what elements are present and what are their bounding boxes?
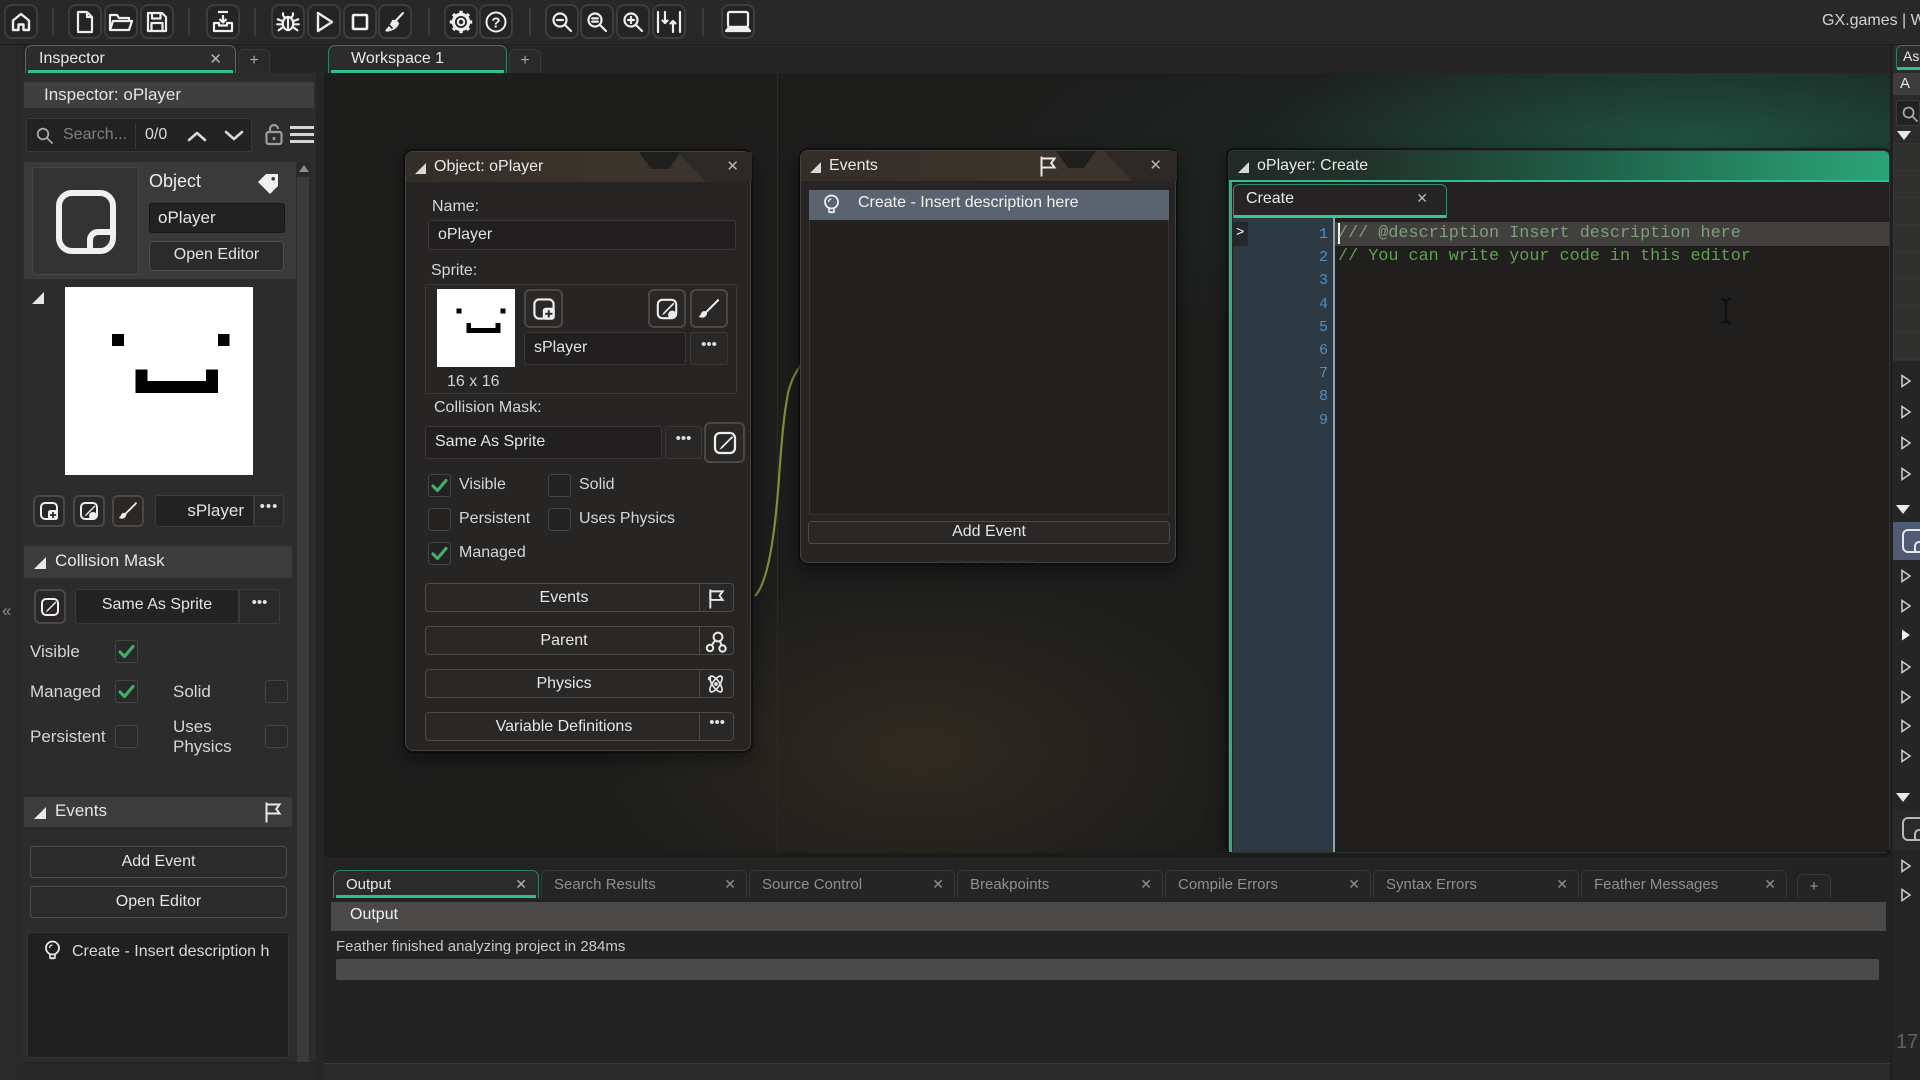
svg-text:?: ? [491,14,500,31]
